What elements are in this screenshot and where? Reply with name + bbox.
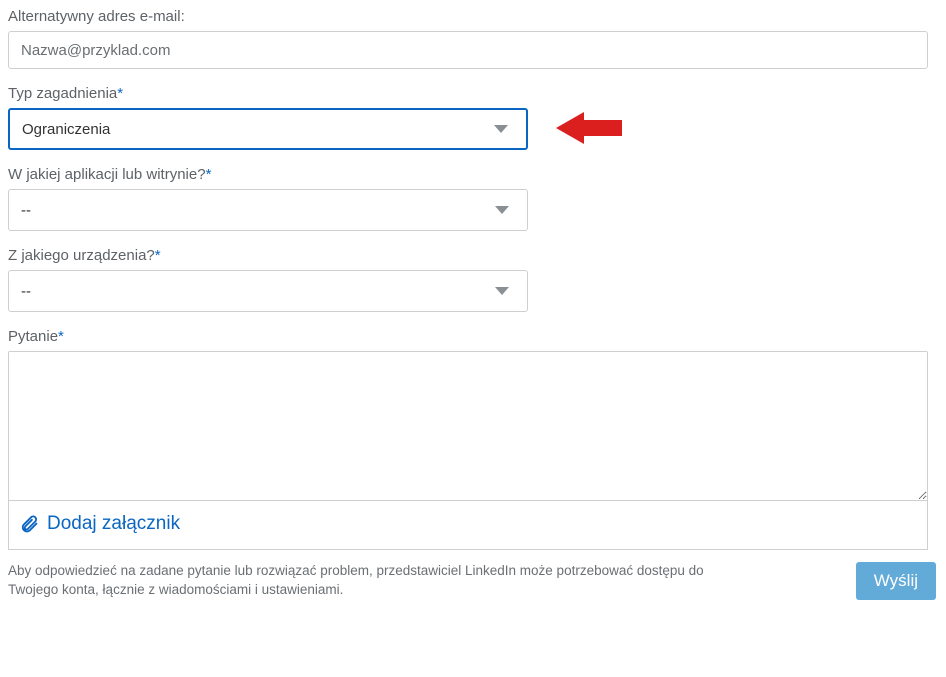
app-or-site-value: -- <box>21 202 495 219</box>
question-textarea[interactable] <box>8 351 928 501</box>
required-asterisk: * <box>117 85 123 102</box>
chevron-down-icon <box>494 125 508 133</box>
alt-email-label: Alternatywny adres e-mail: <box>8 8 938 25</box>
chevron-down-icon <box>495 206 509 214</box>
app-or-site-select[interactable]: -- <box>8 189 528 231</box>
footer-disclaimer: Aby odpowiedzieć na zadane pytanie lub r… <box>8 562 728 600</box>
chevron-down-icon <box>495 287 509 295</box>
issue-type-value: Ograniczenia <box>22 121 494 138</box>
issue-type-select[interactable]: Ograniczenia <box>8 108 528 150</box>
alt-email-input[interactable] <box>8 31 928 69</box>
device-select[interactable]: -- <box>8 270 528 312</box>
annotation-arrow-icon <box>556 106 626 150</box>
submit-button[interactable]: Wyślij <box>856 562 936 600</box>
required-asterisk: * <box>155 247 161 264</box>
add-attachment-button[interactable]: Dodaj załącznik <box>8 501 928 550</box>
required-asterisk: * <box>58 328 64 345</box>
device-label: Z jakiego urządzenia?* <box>8 247 938 264</box>
question-label: Pytanie* <box>8 328 938 345</box>
attachment-icon <box>19 514 39 534</box>
app-or-site-label: W jakiej aplikacji lub witrynie?* <box>8 166 938 183</box>
add-attachment-label: Dodaj załącznik <box>47 513 180 535</box>
device-value: -- <box>21 283 495 300</box>
required-asterisk: * <box>206 166 212 183</box>
issue-type-label: Typ zagadnienia* <box>8 85 938 102</box>
